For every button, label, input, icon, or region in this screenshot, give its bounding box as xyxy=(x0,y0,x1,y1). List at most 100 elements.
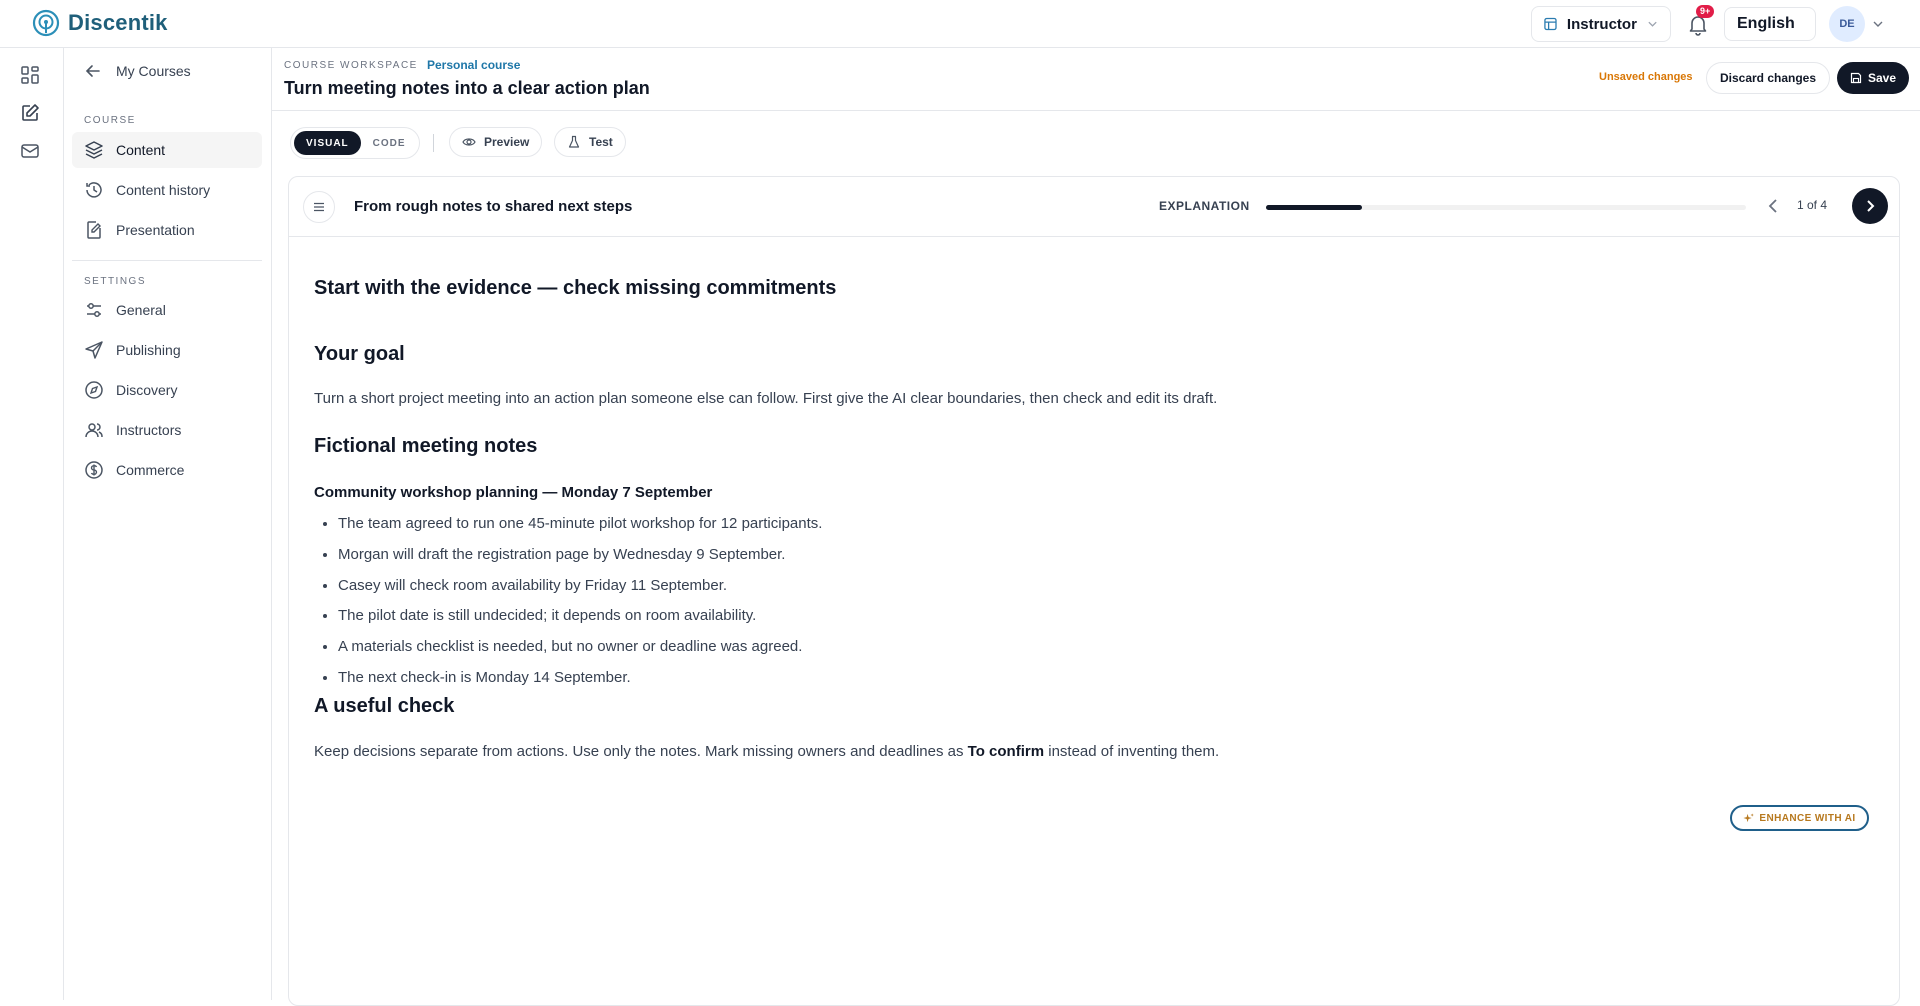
back-to-courses-link[interactable]: My Courses xyxy=(84,62,191,80)
compass-icon xyxy=(85,381,103,399)
history-icon xyxy=(86,182,102,198)
test-label: Test xyxy=(589,135,613,149)
app-name: Discentik xyxy=(68,10,168,35)
save-icon xyxy=(1850,72,1862,84)
top-bar: Discentik Instructor 9+ English DE xyxy=(0,0,1920,48)
next-step-button[interactable] xyxy=(1852,188,1888,224)
list-item: Casey will check room availability by Fr… xyxy=(338,571,822,602)
sidebar-item-label: Content history xyxy=(116,182,211,198)
dollar-icon xyxy=(85,461,103,479)
dashboard-icon[interactable] xyxy=(19,64,41,86)
check-text-end: instead of inventing them. xyxy=(1044,743,1220,760)
flask-icon xyxy=(568,135,580,148)
step-pager: 1 of 4 xyxy=(1797,198,1828,212)
sidebar-item-content-history[interactable]: Content history xyxy=(72,172,262,208)
editor-mode-toggle: VISUAL CODE xyxy=(290,127,420,159)
meeting-notes-list: The team agreed to run one 45-minute pil… xyxy=(338,509,822,694)
course-section-label: COURSE xyxy=(84,115,136,126)
chevron-right-icon xyxy=(1867,200,1875,212)
sliders-icon xyxy=(87,303,101,317)
logo-icon xyxy=(32,9,60,37)
enhance-with-ai-button[interactable]: ENHANCE WITH AI xyxy=(1730,805,1869,831)
steps-menu-button[interactable] xyxy=(303,191,335,223)
check-text-start: Keep decisions separate from actions. Us… xyxy=(314,743,968,760)
sidebar-item-presentation[interactable]: Presentation xyxy=(72,212,262,248)
arrow-left-icon xyxy=(85,65,100,77)
eye-icon xyxy=(462,138,476,146)
avatar[interactable]: DE xyxy=(1829,6,1865,42)
main-workspace: COURSE WORKSPACE Personal course Turn me… xyxy=(272,48,1920,1006)
preview-label: Preview xyxy=(484,135,530,149)
language-label: English xyxy=(1737,15,1795,32)
sidebar-item-label: Commerce xyxy=(116,462,185,478)
chevron-down-icon[interactable] xyxy=(1871,17,1885,31)
list-item: Morgan will draft the registration page … xyxy=(338,540,822,571)
sidebar-divider xyxy=(72,260,262,261)
sidebar-item-label: Instructors xyxy=(116,422,182,438)
mail-icon[interactable] xyxy=(19,140,41,162)
test-button[interactable]: Test xyxy=(554,127,626,157)
check-text: Keep decisions separate from actions. Us… xyxy=(314,743,1219,760)
step-progress-fill xyxy=(1266,205,1362,210)
sidebar-item-label: General xyxy=(116,302,166,318)
sidebar-item-label: Discovery xyxy=(116,382,178,398)
notes-heading: Fictional meeting notes xyxy=(314,435,538,457)
step-progress-bar xyxy=(1266,205,1746,210)
chevron-down-icon xyxy=(1648,21,1657,27)
layers-icon xyxy=(85,141,103,159)
notes-subheading: Community workshop planning — Monday 7 S… xyxy=(314,484,713,501)
save-label: Save xyxy=(1867,71,1897,85)
users-icon xyxy=(85,423,103,438)
sidebar-item-general[interactable]: General xyxy=(72,292,262,328)
header-divider xyxy=(272,110,1920,111)
sidebar-item-discovery[interactable]: Discovery xyxy=(72,372,262,408)
sidebar-item-instructors[interactable]: Instructors xyxy=(72,412,262,448)
lesson-step-header: From rough notes to shared next steps EX… xyxy=(289,177,1899,237)
list-item: The team agreed to run one 45-minute pil… xyxy=(338,509,822,540)
check-text-emphasis: To confirm xyxy=(967,743,1045,760)
enhance-label: ENHANCE WITH AI xyxy=(1759,812,1856,824)
send-icon xyxy=(85,341,103,359)
chevron-left-icon[interactable] xyxy=(1763,196,1783,216)
visual-mode-tab[interactable]: VISUAL xyxy=(294,131,361,155)
notification-badge: 9+ xyxy=(1696,5,1715,18)
back-label: My Courses xyxy=(116,63,191,79)
list-item: The next check-in is Monday 14 September… xyxy=(338,663,822,694)
sparkle-icon xyxy=(1743,812,1755,822)
sidebar-item-label: Presentation xyxy=(116,222,195,238)
app-logo[interactable]: Discentik xyxy=(32,9,168,37)
list-item: The pilot date is still undecided; it de… xyxy=(338,601,822,632)
lesson-heading: Start with the evidence — check missing … xyxy=(314,277,837,299)
preview-button[interactable]: Preview xyxy=(449,127,543,157)
course-sidebar: My Courses COURSE Content Content histor… xyxy=(64,48,272,1000)
settings-section-label: SETTINGS xyxy=(84,276,147,287)
step-title: From rough notes to shared next steps xyxy=(354,198,633,215)
course-type-tag: Personal course xyxy=(427,58,521,72)
sidebar-item-content[interactable]: Content xyxy=(72,132,262,168)
sidebar-item-publishing[interactable]: Publishing xyxy=(72,332,262,368)
edit-icon[interactable] xyxy=(19,102,41,124)
goal-heading: Your goal xyxy=(314,343,405,365)
toolbar-separator xyxy=(433,134,434,152)
role-label: Instructor xyxy=(1566,15,1637,33)
sidebar-item-label: Content xyxy=(116,142,166,158)
sidebar-item-commerce[interactable]: Commerce xyxy=(72,452,262,488)
icon-rail xyxy=(0,48,64,1000)
discard-changes-button[interactable]: Discard changes xyxy=(1706,62,1830,94)
step-type-label: EXPLANATION xyxy=(1159,199,1250,213)
workspace-label: COURSE WORKSPACE xyxy=(284,60,418,71)
lesson-card: From rough notes to shared next steps EX… xyxy=(288,176,1900,1006)
save-button[interactable]: Save xyxy=(1837,62,1909,94)
language-select[interactable]: English xyxy=(1724,7,1816,41)
role-switcher[interactable]: Instructor xyxy=(1531,6,1671,42)
check-heading: A useful check xyxy=(314,695,455,717)
menu-icon xyxy=(314,202,324,212)
code-mode-tab[interactable]: CODE xyxy=(361,131,418,155)
list-item: A materials checklist is needed, but no … xyxy=(338,632,822,663)
edit-document-icon xyxy=(87,221,101,239)
goal-text: Turn a short project meeting into an act… xyxy=(314,390,1218,407)
layout-icon xyxy=(1544,17,1557,31)
sidebar-item-label: Publishing xyxy=(116,342,181,358)
page-title: Turn meeting notes into a clear action p… xyxy=(284,78,650,98)
unsaved-status: Unsaved changes xyxy=(1599,71,1693,83)
